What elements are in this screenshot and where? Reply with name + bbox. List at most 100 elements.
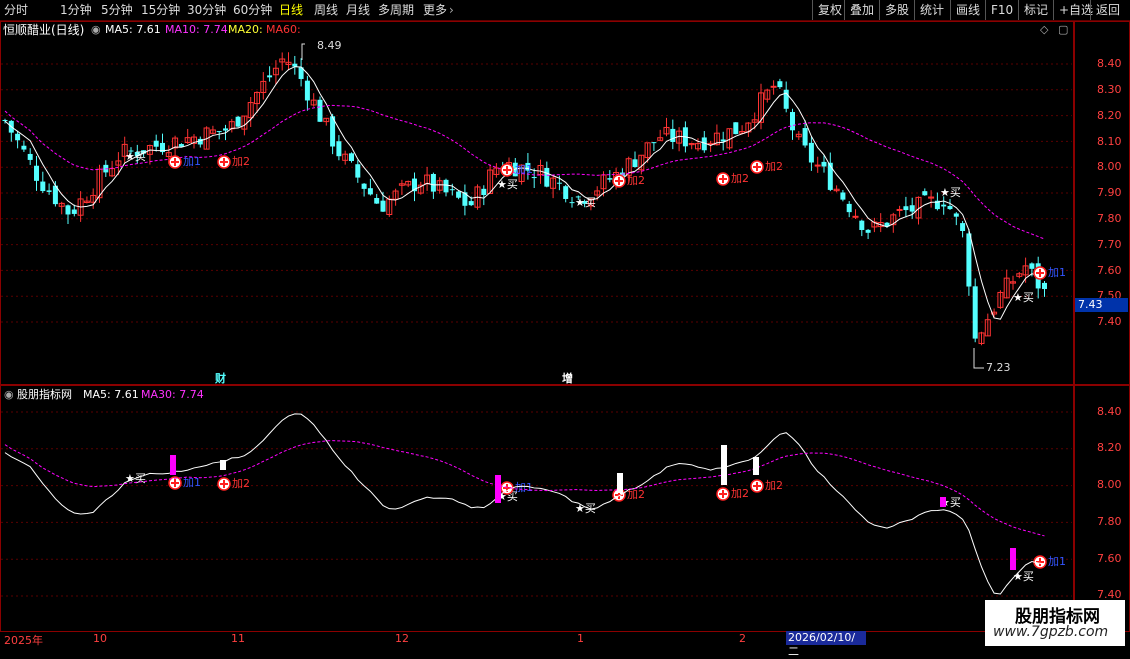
y-tick: 8.20 (1097, 109, 1122, 122)
y-tick: 8.10 (1097, 135, 1122, 148)
candle-body (361, 183, 367, 189)
signal-bar (940, 497, 946, 507)
y-tick: 7.90 (1097, 186, 1122, 199)
buy-signal: ★买 (497, 178, 518, 191)
candle-body (651, 142, 657, 144)
candle-body (349, 153, 354, 162)
candle-body (456, 191, 462, 198)
buy-signal: ★买 (575, 196, 596, 209)
candle-body (374, 197, 380, 204)
candle-body (223, 128, 228, 131)
event-earnings-badge[interactable]: 财 (215, 370, 226, 386)
candle-body (380, 200, 386, 212)
add-signal-label: 加1 (1048, 555, 1066, 568)
candle-body (40, 181, 46, 192)
x-tick: 2025年 (4, 634, 43, 647)
add-signal-label: 加2 (232, 155, 250, 168)
candle-body (865, 229, 871, 233)
y-tick: 8.40 (1097, 57, 1122, 70)
candle-body (896, 208, 903, 211)
candle-body (468, 201, 474, 206)
add-signal-label: 加1 (1048, 266, 1066, 279)
sub-ma5-value: MA5: 7.61 (83, 388, 139, 401)
x-tick: 1 (577, 632, 584, 645)
ma5-line (4, 66, 1045, 320)
candle-body (292, 63, 298, 67)
x-tick: 2 (739, 632, 746, 645)
sub-y-tick: 7.60 (1097, 552, 1122, 565)
candle-body (790, 112, 795, 131)
candle-body (953, 213, 959, 217)
sub-y-tick: 8.20 (1097, 441, 1122, 454)
candle-body (670, 128, 676, 142)
candle-body (569, 202, 575, 204)
y-tick: 8.30 (1097, 83, 1122, 96)
signal-bar (495, 475, 501, 503)
signal-bar (753, 457, 759, 475)
candle-body (21, 145, 27, 150)
candle-body (632, 159, 638, 168)
sub-y-tick: 8.40 (1097, 405, 1122, 418)
candle-body (531, 177, 537, 179)
candle-body (821, 161, 827, 167)
candle-body (814, 164, 821, 167)
candle-body (544, 167, 550, 187)
candle-body (808, 142, 814, 163)
candle-body (46, 190, 52, 192)
sub-indicator-name: 股朋指标网 (17, 388, 72, 401)
candle-body (153, 140, 159, 147)
candle-body (960, 223, 966, 231)
candle-body (449, 189, 455, 191)
candle-body (852, 215, 859, 218)
ma20-value: MA20: (228, 23, 263, 36)
candle-body (770, 85, 777, 88)
signal-bar (1010, 548, 1016, 570)
candle-body (972, 286, 978, 339)
y-tick: 7.40 (1097, 315, 1122, 328)
event-increase-badge[interactable]: 增 (562, 370, 573, 386)
low-marker (973, 348, 984, 369)
candle-body (1029, 263, 1035, 269)
ma5-value: MA5: 7.61 (105, 23, 161, 36)
high-marker (301, 43, 305, 60)
buy-signal: ★买 (1013, 291, 1034, 304)
sub-ma30-value: MA30: 7.74 (141, 388, 204, 401)
candle-body (430, 173, 436, 192)
sub-y-tick: 7.80 (1097, 515, 1122, 528)
candle-body (443, 179, 449, 193)
candle-body (2, 119, 8, 121)
candle-body (317, 99, 323, 122)
buy-signal: ★买 (125, 150, 146, 163)
indicator-settings-icon[interactable]: ◉ (91, 23, 101, 37)
candle-body (336, 141, 342, 157)
candle-body (607, 178, 613, 180)
signal-bar (220, 460, 226, 470)
y-tick: 7.60 (1097, 264, 1122, 277)
buy-signal: ★买 (940, 186, 961, 199)
add-signal-label: 加2 (627, 174, 645, 187)
candle-body (71, 209, 77, 214)
add-signal-label: 加2 (731, 487, 749, 500)
sub-indicator-settings-icon[interactable]: ◉ (4, 388, 14, 402)
y-tick: 8.00 (1097, 160, 1122, 173)
add-signal-label: 加2 (232, 477, 250, 490)
sub-ma5-line (4, 413, 1045, 595)
add-signal-label: 加2 (627, 488, 645, 501)
diamond-icon[interactable]: ◇ (1040, 23, 1048, 37)
candle-body (827, 162, 833, 190)
ma60-value: MA60: (266, 23, 301, 36)
candle-body (777, 81, 783, 88)
candle-body (65, 205, 71, 215)
candle-body (304, 80, 310, 101)
panel-toggle-icon[interactable]: ▢ (1058, 23, 1068, 37)
candle-body (267, 75, 273, 78)
y-tick: 7.80 (1097, 212, 1122, 225)
candle-body (733, 122, 739, 135)
candle-body (216, 131, 222, 133)
ma10-value: MA10: 7.74 (165, 23, 228, 36)
cursor-date-tag: 2026/02/10/二 (786, 631, 866, 658)
kline-chart[interactable]: ★买 加1 加2★买加1★买加2 加2加2★买★买加1★买 加1 加2★买加1★买加2 加2… (0, 0, 1130, 650)
add-signal-label: 加2 (765, 479, 783, 492)
watermark-logo: 股朋指标网 www.7gpzb.com (985, 600, 1125, 646)
candle-body (947, 206, 953, 210)
